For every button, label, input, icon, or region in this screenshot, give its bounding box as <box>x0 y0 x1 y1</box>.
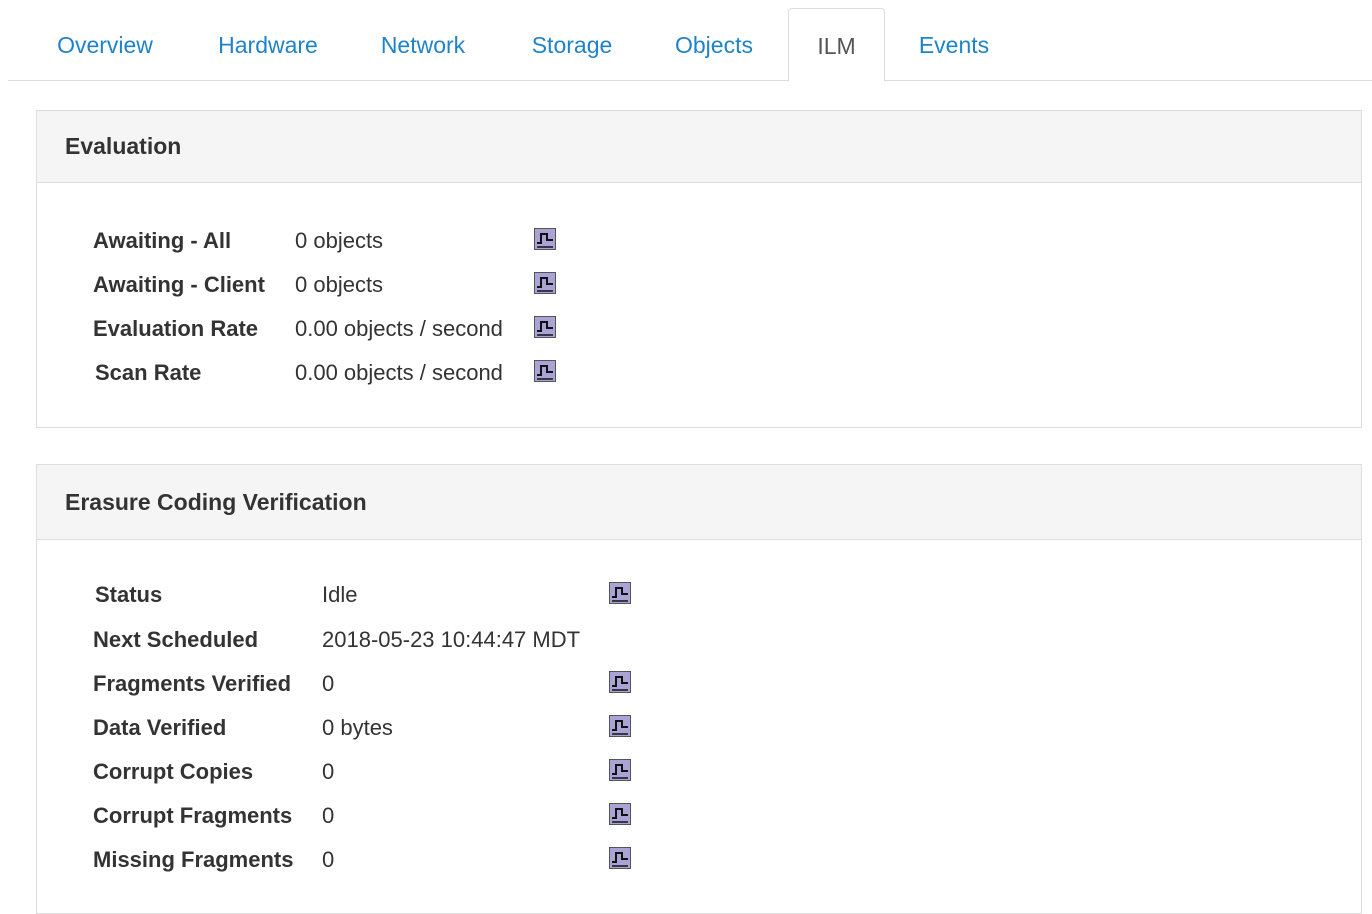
row-value: 0 objects <box>295 272 384 297</box>
evaluation-panel-title: Evaluation <box>37 111 1361 183</box>
row-label: Next Scheduled <box>93 627 259 652</box>
tab-overview[interactable]: Overview <box>48 8 162 81</box>
row-value: 0 <box>322 847 335 872</box>
row-label: Corrupt Copies <box>93 759 254 784</box>
row-value: 0 <box>322 671 335 696</box>
row-value: 0 <box>322 803 335 828</box>
evaluation-panel: Evaluation Awaiting - All 0 objects Awai… <box>36 110 1362 428</box>
chart-icon[interactable] <box>609 759 631 781</box>
row-value: 0 <box>322 759 335 784</box>
chart-icon[interactable] <box>609 671 631 693</box>
tab-bar: Overview Hardware Network Storage Object… <box>8 8 1372 82</box>
chart-icon[interactable] <box>609 715 631 737</box>
ec-verification-panel-title: Erasure Coding Verification <box>37 465 1361 540</box>
tab-hardware[interactable]: Hardware <box>208 8 328 81</box>
row-label: Fragments Verified <box>93 671 292 696</box>
chart-icon[interactable] <box>534 316 556 338</box>
row-value: 0 bytes <box>322 715 393 740</box>
tab-events[interactable]: Events <box>904 8 1004 81</box>
chart-icon[interactable] <box>609 582 631 604</box>
tab-storage[interactable]: Storage <box>518 8 626 81</box>
row-label: Data Verified <box>93 715 227 740</box>
chart-icon[interactable] <box>609 847 631 869</box>
row-value: 0 objects <box>295 228 384 253</box>
chart-icon[interactable] <box>609 803 631 825</box>
row-value: Idle <box>322 582 358 607</box>
tab-ilm[interactable]: ILM <box>788 8 885 82</box>
row-label: Corrupt Fragments <box>93 803 293 828</box>
chart-icon[interactable] <box>534 360 556 382</box>
row-label: Awaiting - All <box>93 228 232 253</box>
row-label: Missing Fragments <box>93 847 294 872</box>
row-label: Evaluation Rate <box>93 316 259 341</box>
row-value: 2018-05-23 10:44:47 MDT <box>322 627 581 652</box>
row-label: Status <box>95 582 163 607</box>
chart-icon[interactable] <box>534 228 556 250</box>
row-label: Scan Rate <box>95 360 202 385</box>
ec-verification-panel: Erasure Coding Verification Status Idle … <box>36 464 1362 914</box>
chart-icon[interactable] <box>534 272 556 294</box>
row-value: 0.00 objects / second <box>295 360 503 385</box>
row-label: Awaiting - Client <box>93 272 265 297</box>
tab-network[interactable]: Network <box>370 8 476 81</box>
row-value: 0.00 objects / second <box>295 316 503 341</box>
tab-objects[interactable]: Objects <box>664 8 764 81</box>
